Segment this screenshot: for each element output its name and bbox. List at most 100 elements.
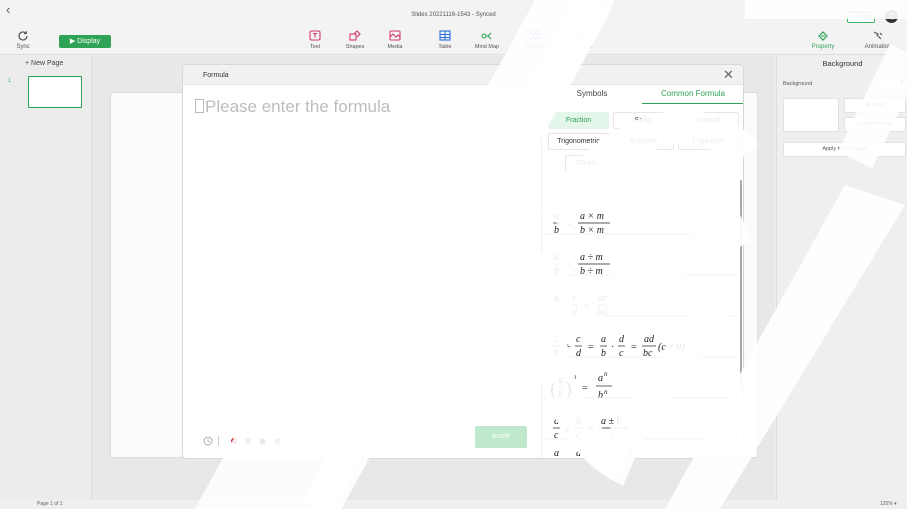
text-box-icon bbox=[309, 30, 321, 41]
property-icon bbox=[818, 31, 828, 41]
formula-input[interactable]: Please enter the formula bbox=[195, 97, 390, 117]
formula-fraction-same-denominator[interactable]: ac ± bc = a ± bc bbox=[553, 416, 627, 441]
svg-text:=: = bbox=[582, 383, 588, 394]
formula-fraction-product[interactable]: ab · cd = acbd bbox=[553, 293, 610, 318]
svg-text:d: d bbox=[576, 448, 582, 458]
mind-map-icon bbox=[481, 32, 492, 40]
svg-text:n: n bbox=[604, 370, 608, 378]
background-label: Background bbox=[783, 81, 813, 87]
animation-tool-button[interactable]: Animation bbox=[858, 30, 898, 50]
formula-fraction-multiply[interactable]: ab = a × mb × m bbox=[553, 211, 610, 236]
more-button[interactable]: ▤ More bbox=[844, 98, 906, 113]
property-panel: Background Background ▾ ▤ More Local Pic… bbox=[776, 56, 907, 500]
svg-text:±: ± bbox=[565, 456, 571, 458]
new-page-button[interactable]: + New Page bbox=[25, 60, 63, 67]
category-brackets[interactable]: Brackets bbox=[613, 133, 674, 150]
property-tool-button[interactable]: Property bbox=[803, 30, 843, 50]
category-others[interactable]: Others bbox=[565, 155, 609, 172]
svg-text:b: b bbox=[576, 416, 581, 427]
history-icon[interactable] bbox=[203, 436, 213, 446]
subjects-icon bbox=[576, 31, 586, 41]
svg-text:·: · bbox=[611, 342, 614, 353]
tool-label: Activity bbox=[526, 44, 544, 50]
formula-placeholder: Please enter the formula bbox=[205, 97, 391, 116]
svg-text:a × m: a × m bbox=[580, 211, 604, 222]
svg-text:a: a bbox=[558, 375, 563, 386]
svg-text:ad: ad bbox=[644, 334, 655, 345]
display-label: Display bbox=[77, 38, 101, 45]
insert-button[interactable]: Insert bbox=[475, 426, 527, 448]
display-button[interactable]: ▶ Display bbox=[59, 35, 111, 48]
formula-fraction-quotient[interactable]: ab ÷ cd = ab · dc = adbc (c ≠ 0) bbox=[553, 334, 685, 359]
category-trigonometric[interactable]: Trigonometric bbox=[548, 133, 609, 150]
media-tool-button[interactable]: Media bbox=[380, 30, 410, 50]
local-picture-button[interactable]: Local Picture bbox=[844, 117, 906, 132]
svg-text:=: = bbox=[584, 301, 590, 312]
share-label: Share bbox=[856, 14, 873, 20]
color-picker-icon[interactable] bbox=[275, 438, 281, 444]
top-toolbar: ‹ Slides 20221116-1543 - Synced ≺ Share … bbox=[0, 0, 907, 55]
background-preview bbox=[783, 98, 839, 132]
svg-text:(: ( bbox=[550, 378, 557, 400]
tool-label: Animation bbox=[864, 44, 892, 50]
more-label: More bbox=[872, 102, 885, 108]
sync-icon bbox=[18, 31, 28, 41]
svg-text:n: n bbox=[573, 373, 577, 381]
category-radical[interactable]: Radical bbox=[678, 112, 739, 129]
svg-text:a ÷ m: a ÷ m bbox=[580, 252, 603, 263]
apply-all-pages-button[interactable]: Apply to All Pages bbox=[783, 142, 906, 157]
category-fraction[interactable]: Fraction bbox=[548, 112, 609, 129]
subjects-tool-button[interactable]: Subjects bbox=[566, 30, 596, 50]
svg-text:a: a bbox=[554, 334, 559, 345]
formula-glyphs: ab = a × mb × m ab = a ÷ mb ÷ m ab · cd … bbox=[542, 211, 738, 458]
background-select[interactable]: ▾ bbox=[878, 77, 906, 89]
share-button[interactable]: ≺ Share bbox=[847, 12, 875, 23]
tab-common-formula[interactable]: Common Formula bbox=[642, 87, 743, 104]
svg-text:±: ± bbox=[565, 424, 571, 435]
user-avatar[interactable]: Q bbox=[885, 10, 898, 23]
svg-text:=: = bbox=[566, 219, 572, 230]
table-icon bbox=[439, 30, 451, 41]
formula-fraction-cross-add[interactable]: ac ± db = ab ± cdbc bbox=[553, 448, 637, 458]
tool-label: Table bbox=[438, 44, 452, 50]
zoom-level[interactable]: 125% ▾ bbox=[880, 501, 897, 507]
formula-fraction-power[interactable]: ( ab ) n = an bn bbox=[550, 370, 612, 401]
activity-tool-button[interactable]: Activity bbox=[520, 30, 550, 50]
category-script[interactable]: Script bbox=[613, 112, 674, 129]
svg-text:a ± b: a ± b bbox=[601, 416, 622, 427]
svg-text:(c ≠ 0): (c ≠ 0) bbox=[658, 342, 685, 353]
svg-text:=: = bbox=[588, 342, 594, 353]
mind-map-tool-button[interactable]: Mind Map bbox=[472, 30, 502, 50]
tool-label: Property bbox=[811, 44, 835, 50]
svg-text:c: c bbox=[572, 293, 577, 304]
activity-icon bbox=[529, 30, 541, 41]
tab-symbols[interactable]: Symbols bbox=[542, 87, 642, 104]
animation-icon bbox=[873, 31, 883, 40]
sync-label: Sync bbox=[16, 44, 30, 50]
tool-label: Subjects bbox=[570, 44, 592, 50]
table-tool-button[interactable]: Table bbox=[430, 30, 460, 50]
color-blue[interactable] bbox=[245, 438, 251, 444]
formula-fraction-divide[interactable]: ab = a ÷ mb ÷ m bbox=[553, 252, 610, 277]
color-red[interactable] bbox=[231, 438, 237, 444]
page-thumbnail[interactable] bbox=[28, 76, 82, 108]
svg-text:a: a bbox=[554, 416, 559, 427]
tool-label: Text bbox=[309, 44, 321, 50]
sync-button[interactable]: Sync bbox=[12, 30, 34, 50]
page-info: Page 1 of 1 bbox=[37, 501, 63, 507]
svg-text:·: · bbox=[564, 301, 567, 312]
category-logarithm[interactable]: Logarithm bbox=[678, 133, 739, 150]
svg-text:=: = bbox=[588, 456, 594, 458]
zoom-value: 125% bbox=[880, 501, 893, 507]
svg-text:ac: ac bbox=[598, 293, 608, 304]
close-icon[interactable]: ✕ bbox=[723, 68, 734, 81]
color-black-selected[interactable] bbox=[259, 437, 266, 445]
media-icon bbox=[389, 30, 401, 41]
text-tool-button[interactable]: Text bbox=[300, 30, 330, 50]
svg-text:b: b bbox=[598, 390, 603, 401]
shapes-tool-button[interactable]: Shapes bbox=[340, 30, 370, 50]
svg-text:a: a bbox=[554, 211, 559, 222]
svg-text:=: = bbox=[588, 424, 594, 435]
formula-list-scrollbar[interactable] bbox=[740, 180, 742, 385]
svg-text:a: a bbox=[554, 252, 559, 263]
